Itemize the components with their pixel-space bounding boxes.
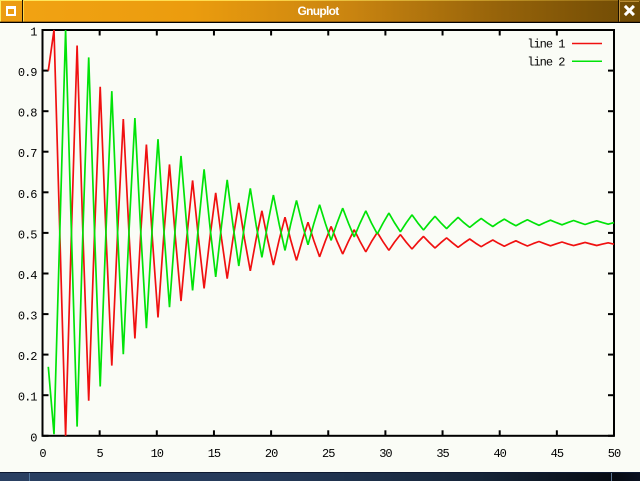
svg-text:0.2: 0.2 xyxy=(18,350,37,364)
svg-text:0.4: 0.4 xyxy=(18,269,37,283)
svg-text:0: 0 xyxy=(39,447,46,461)
svg-text:50: 50 xyxy=(608,447,621,461)
svg-text:0: 0 xyxy=(30,431,37,445)
svg-text:line 1: line 1 xyxy=(527,38,565,52)
svg-text:25: 25 xyxy=(322,447,335,461)
svg-text:0.8: 0.8 xyxy=(18,107,37,121)
svg-text:0.5: 0.5 xyxy=(18,228,37,242)
svg-text:0.6: 0.6 xyxy=(18,188,37,202)
svg-text:20: 20 xyxy=(265,447,278,461)
svg-text:30: 30 xyxy=(379,447,392,461)
svg-text:15: 15 xyxy=(208,447,221,461)
svg-text:0.1: 0.1 xyxy=(18,391,37,405)
svg-text:45: 45 xyxy=(551,447,564,461)
svg-text:10: 10 xyxy=(151,447,164,461)
svg-text:0.9: 0.9 xyxy=(18,66,37,80)
svg-text:1: 1 xyxy=(30,26,37,40)
svg-text:35: 35 xyxy=(436,447,449,461)
svg-text:5: 5 xyxy=(97,447,104,461)
svg-text:0.3: 0.3 xyxy=(18,310,37,324)
svg-text:line 2: line 2 xyxy=(527,55,565,69)
svg-text:0.7: 0.7 xyxy=(18,147,37,161)
svg-text:40: 40 xyxy=(493,447,506,461)
